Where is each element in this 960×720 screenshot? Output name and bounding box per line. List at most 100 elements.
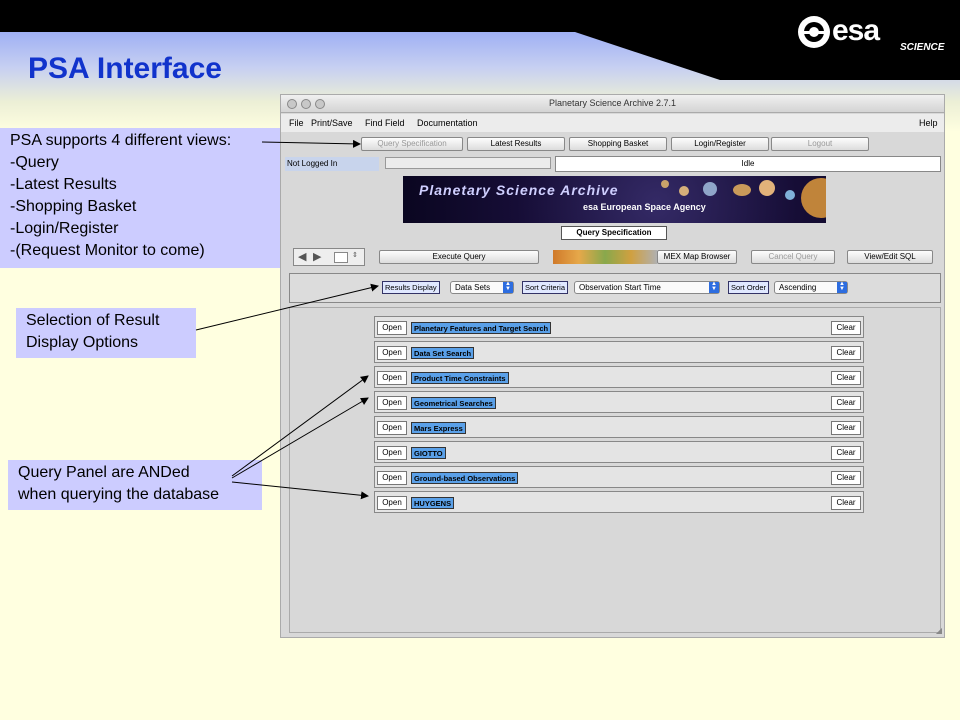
open-panel-button[interactable]: Open [377,396,407,410]
clear-panel-button[interactable]: Clear [831,471,861,485]
current-view-label: Query Specification [561,226,667,240]
clear-panel-button[interactable]: Clear [831,321,861,335]
slide-title: PSA Interface [28,52,222,85]
select-arrows-icon: ▲ ▼ [503,281,513,293]
query-panel: Open Geometrical Searches Clear [374,391,864,413]
planet-icon [679,186,689,196]
anded-callout: Query Panel are ANDed when querying the … [8,460,262,510]
query-panel: Open GIOTTO Clear [374,441,864,463]
menu-file[interactable]: File [289,118,304,128]
esa-logo-text: esa [832,14,880,47]
query-panel-title: Ground-based Observations [411,472,519,484]
query-panel: Open Data Set Search Clear [374,341,864,363]
window-title: Planetary Science Archive 2.7.1 [548,98,677,108]
query-panel: Open Planetary Features and Target Searc… [374,316,864,338]
navigation-controls: ◀ ▶ ⇕ [293,248,365,266]
callout-line: when querying the database [18,486,220,503]
resize-grip-icon[interactable]: ◢ [936,626,942,635]
planet-icon [703,182,717,196]
login-status: Not Logged In [285,157,379,171]
sort-criteria-select[interactable]: Observation Start Time ▲ ▼ [574,281,720,294]
history-select[interactable] [334,252,348,263]
sort-order-label: Sort Order [728,281,770,294]
cancel-query-button[interactable]: Cancel Query [751,250,835,264]
open-panel-button[interactable]: Open [377,321,407,335]
display-options-bar: Results Display Data Sets ▲ ▼ Sort Criter… [289,273,941,303]
sort-criteria-label: Sort Criteria [522,281,569,294]
query-panel-title: GIOTTO [411,447,446,459]
query-panel-title: Planetary Features and Target Search [411,322,552,334]
planet-icon [759,180,775,196]
query-panel: Open HUYGENS Clear [374,491,864,513]
callout-line: Query Panel are ANDed [18,464,190,481]
menu-print-save[interactable]: Print/Save [311,118,353,128]
banner-agency: esa European Space Agency [583,202,706,212]
open-panel-button[interactable]: Open [377,471,407,485]
callout-line: -Query [10,154,59,171]
callout-line: -(Request Monitor to come) [10,242,205,259]
history-stepper-icon[interactable]: ⇕ [352,251,358,259]
forward-arrow-icon[interactable]: ▶ [313,250,321,263]
open-panel-button[interactable]: Open [377,421,407,435]
query-panel-title: HUYGENS [411,497,455,509]
select-arrows-icon: ▲ ▼ [709,281,719,293]
view-edit-sql-button[interactable]: View/Edit SQL [847,250,933,264]
menu-help[interactable]: Help [919,118,938,128]
menu-find-field[interactable]: Find Field [365,118,405,128]
callout-line: -Login/Register [10,220,119,237]
query-panels-area: Open Planetary Features and Target Searc… [289,307,941,633]
results-display-value: Data Sets [455,283,491,292]
tab-login-register[interactable]: Login/Register [671,137,769,151]
query-panel-title: Product Time Constraints [411,372,509,384]
query-panel: Open Mars Express Clear [374,416,864,438]
esa-logo: esa SCIENCE [796,12,951,62]
planet-icon [785,190,795,200]
callout-line: -Shopping Basket [10,198,137,215]
clear-panel-button[interactable]: Clear [831,371,861,385]
menu-bar: File Print/Save Find Field Documentation… [281,114,944,132]
clear-panel-button[interactable]: Clear [831,446,861,460]
tab-latest-results[interactable]: Latest Results [467,137,565,151]
callout-line: -Latest Results [10,176,117,193]
query-panel-title: Geometrical Searches [411,397,496,409]
esa-logo-subtitle: SCIENCE [900,42,945,53]
selection-callout: Selection of Result Display Options [16,308,196,358]
menu-documentation[interactable]: Documentation [417,118,478,128]
sort-order-select[interactable]: Ascending ▲ ▼ [774,281,848,294]
window-titlebar[interactable]: Planetary Science Archive 2.7.1 [281,95,944,113]
results-display-select[interactable]: Data Sets ▲ ▼ [450,281,514,294]
clear-panel-button[interactable]: Clear [831,496,861,510]
open-panel-button[interactable]: Open [377,446,407,460]
open-panel-button[interactable]: Open [377,371,407,385]
psa-window: Planetary Science Archive 2.7.1 File Pri… [280,94,945,638]
query-panel-title: Mars Express [411,422,466,434]
sort-order-value: Ascending [779,283,817,292]
tab-shopping-basket[interactable]: Shopping Basket [569,137,667,151]
logout-button[interactable]: Logout [771,137,869,151]
clear-panel-button[interactable]: Clear [831,421,861,435]
esa-globe-icon [798,16,830,48]
query-panel-title: Data Set Search [411,347,475,359]
sort-criteria-value: Observation Start Time [579,283,661,292]
results-display-label: Results Display [382,281,440,294]
query-panel: Open Product Time Constraints Clear [374,366,864,388]
clear-panel-button[interactable]: Clear [831,346,861,360]
callout-line: PSA supports 4 different views: [10,132,232,149]
clear-panel-button[interactable]: Clear [831,396,861,410]
tab-query-specification[interactable]: Query Specification [361,137,463,151]
psa-banner: Planetary Science Archive esa European S… [403,176,826,223]
back-arrow-icon[interactable]: ◀ [298,250,306,263]
planet-icon [661,180,669,188]
planet-icon [733,184,751,196]
progress-bar [385,157,551,169]
banner-title: Planetary Science Archive [419,182,619,198]
open-panel-button[interactable]: Open [377,496,407,510]
callout-line: Selection of Result [26,312,160,329]
mex-map-browser-button[interactable]: MEX Map Browser [657,250,737,264]
execute-query-button[interactable]: Execute Query [379,250,539,264]
select-arrows-icon: ▲ ▼ [837,281,847,293]
map-thumbnail [553,250,657,264]
callout-line: Display Options [26,334,139,351]
open-panel-button[interactable]: Open [377,346,407,360]
views-callout: PSA supports 4 different views: -Query -… [0,128,280,268]
